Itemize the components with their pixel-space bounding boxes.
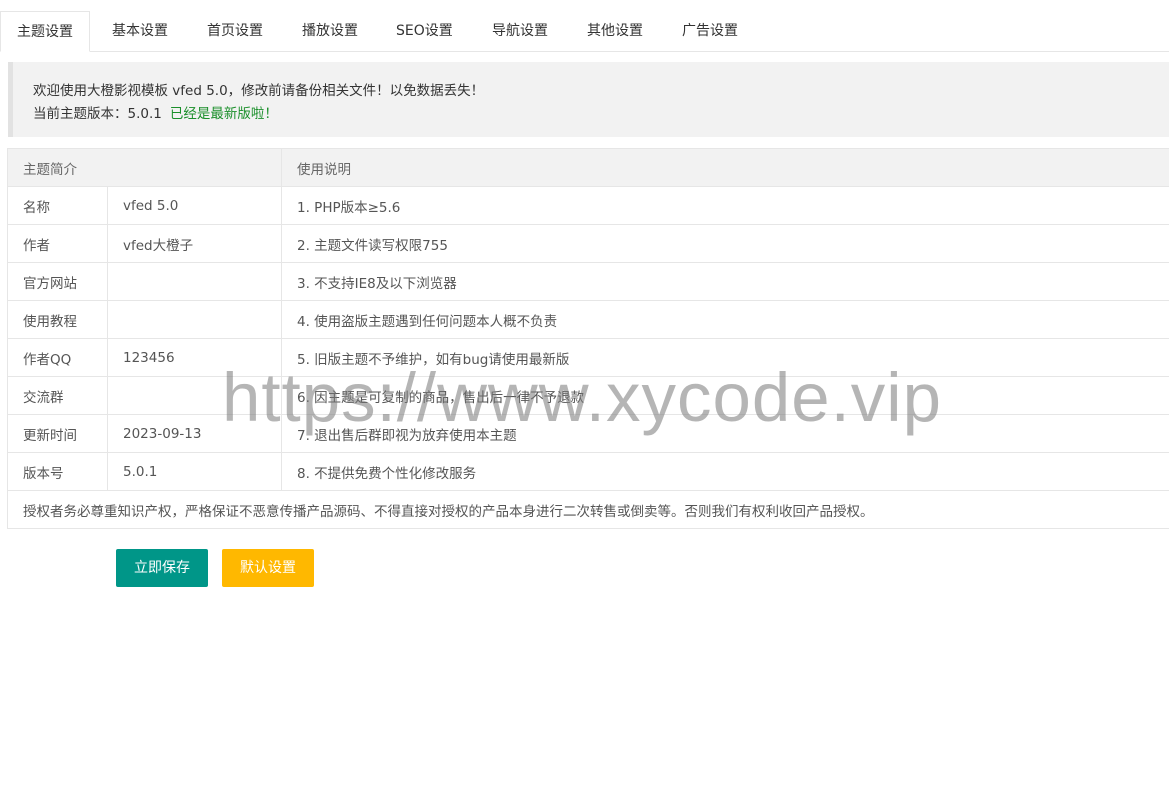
row-label: 作者QQ — [7, 338, 108, 377]
table-row: 官方网站 3. 不支持IE8及以下浏览器 — [7, 262, 1169, 301]
version-info: 当前主题版本：5.0.1 已经是最新版啦！ — [33, 102, 278, 122]
row-value: vfed 5.0 — [107, 186, 282, 225]
row-label: 名称 — [7, 186, 108, 225]
save-button[interactable]: 立即保存 — [116, 549, 208, 587]
tab-other-settings[interactable]: 其他设置 — [587, 11, 643, 51]
row-value: 123456 — [107, 338, 282, 377]
tab-theme-settings[interactable]: 主题设置 — [0, 11, 90, 52]
table-row: 使用教程 4. 使用盗版主题遇到任何问题本人概不负责 — [7, 300, 1169, 339]
row-note: 3. 不支持IE8及以下浏览器 — [281, 262, 1169, 301]
row-label: 作者 — [7, 224, 108, 263]
row-value: 2023-09-13 — [107, 414, 282, 453]
row-label: 交流群 — [7, 376, 108, 415]
row-note: 2. 主题文件读写权限755 — [281, 224, 1169, 263]
theme-settings-page: 主题设置 基本设置 首页设置 播放设置 SEO设置 导航设置 其他设置 广告设置… — [0, 0, 1169, 805]
row-label: 版本号 — [7, 452, 108, 491]
current-version: 当前主题版本：5.0.1 — [33, 106, 162, 122]
header-usage: 使用说明 — [281, 148, 1169, 187]
tab-seo-settings[interactable]: SEO设置 — [396, 11, 453, 51]
tab-ad-settings[interactable]: 广告设置 — [682, 11, 738, 51]
row-value: 5.0.1 — [107, 452, 282, 491]
row-value: vfed大橙子 — [107, 224, 282, 263]
tab-basic-settings[interactable]: 基本设置 — [112, 11, 168, 51]
table-row: 作者QQ 123456 5. 旧版主题不予维护，如有bug请使用最新版 — [7, 338, 1169, 377]
welcome-text: 欢迎使用大橙影视模板 vfed 5.0，修改前请备份相关文件！以免数据丢失！ — [33, 83, 485, 99]
tab-play-settings[interactable]: 播放设置 — [302, 11, 358, 51]
row-note: 8. 不提供免费个性化修改服务 — [281, 452, 1169, 491]
row-note: 4. 使用盗版主题遇到任何问题本人概不负责 — [281, 300, 1169, 339]
license-note: 授权者务必尊重知识产权，严格保证不恶意传播产品源码、不得直接对授权的产品本身进行… — [7, 490, 1169, 529]
theme-info-table: 主题简介 使用说明 名称 vfed 5.0 1. PHP版本≥5.6 作者 vf… — [7, 148, 1169, 529]
row-label: 官方网站 — [7, 262, 108, 301]
header-intro: 主题简介 — [7, 148, 282, 187]
table-row: 名称 vfed 5.0 1. PHP版本≥5.6 — [7, 186, 1169, 225]
default-settings-button[interactable]: 默认设置 — [222, 549, 314, 587]
table-row: 作者 vfed大橙子 2. 主题文件读写权限755 — [7, 224, 1169, 263]
version-status: 已经是最新版啦！ — [169, 106, 278, 122]
table-row: 交流群 6. 因主题是可复制的商品，售出后一律不予退款 — [7, 376, 1169, 415]
settings-tabs: 主题设置 基本设置 首页设置 播放设置 SEO设置 导航设置 其他设置 广告设置 — [0, 11, 1169, 52]
tab-home-settings[interactable]: 首页设置 — [207, 11, 263, 51]
row-note: 7. 退出售后群即视为放弃使用本主题 — [281, 414, 1169, 453]
table-header-row: 主题简介 使用说明 — [7, 148, 1169, 187]
row-value — [107, 376, 282, 415]
row-value — [107, 300, 282, 339]
welcome-notice: 欢迎使用大橙影视模板 vfed 5.0，修改前请备份相关文件！以免数据丢失！ 当… — [8, 62, 1169, 137]
table-row: 版本号 5.0.1 8. 不提供免费个性化修改服务 — [7, 452, 1169, 491]
tab-nav-settings[interactable]: 导航设置 — [492, 11, 548, 51]
license-row: 授权者务必尊重知识产权，严格保证不恶意传播产品源码、不得直接对授权的产品本身进行… — [7, 490, 1169, 529]
row-note: 6. 因主题是可复制的商品，售出后一律不予退款 — [281, 376, 1169, 415]
table-row: 更新时间 2023-09-13 7. 退出售后群即视为放弃使用本主题 — [7, 414, 1169, 453]
row-label: 使用教程 — [7, 300, 108, 339]
row-value — [107, 262, 282, 301]
row-note: 5. 旧版主题不予维护，如有bug请使用最新版 — [281, 338, 1169, 377]
row-label: 更新时间 — [7, 414, 108, 453]
row-note: 1. PHP版本≥5.6 — [281, 186, 1169, 225]
